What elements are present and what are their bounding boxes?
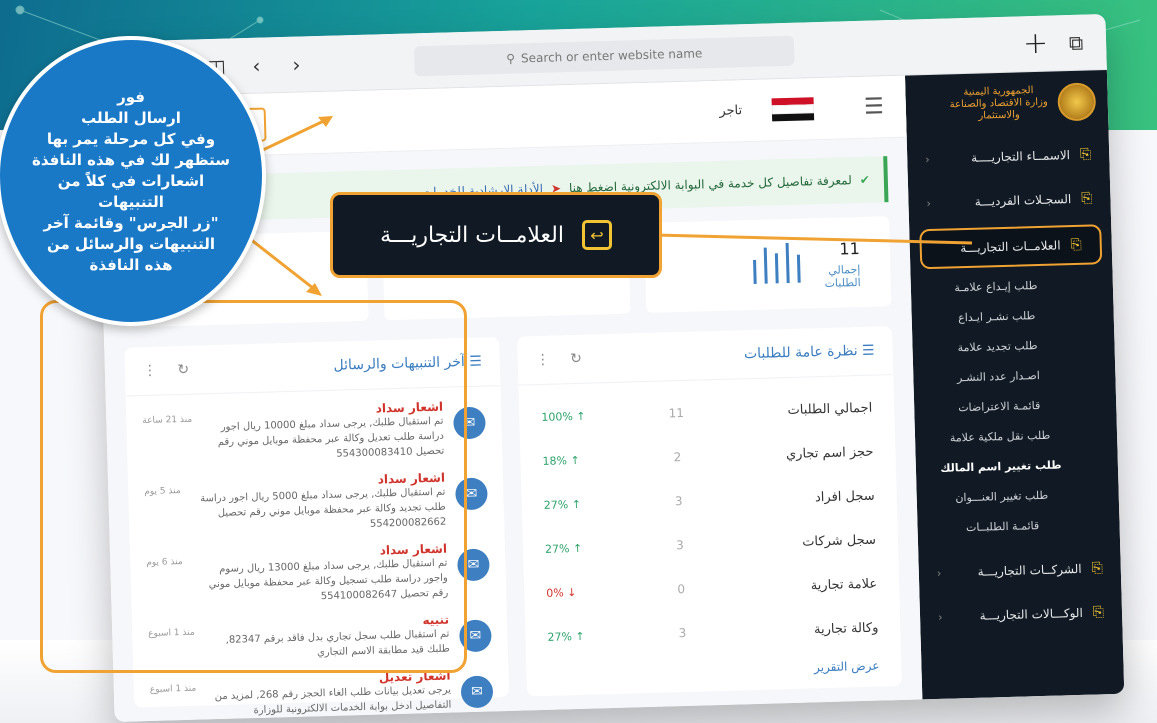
bubble-line: وفي كل مرحلة يمر بها (46, 129, 216, 148)
trademark-icon: ↩ (581, 220, 612, 250)
trademarks-callout: ↩ العلامــات التجاريـــة (330, 192, 662, 278)
bubble-line: هذه النافذة (89, 255, 173, 274)
bubble-line: التنبيهات والرسائل من (47, 234, 215, 253)
bubble-line: اشعارات في كلاً من التنبيهات (57, 171, 205, 211)
bubble-line: ارسال الطلب (81, 108, 181, 127)
bubble-line: ستظهر لك في هذه النافذة (32, 150, 230, 169)
trademarks-callout-label: العلامــات التجاريـــة (380, 222, 564, 248)
bubble-line: فور (117, 87, 145, 106)
bubble-line: "زر الجرس" وقائمة آخر (43, 213, 219, 232)
info-bubble-text: فور ارسال الطلب وفي كل مرحلة يمر بها ستظهر … (28, 87, 234, 276)
